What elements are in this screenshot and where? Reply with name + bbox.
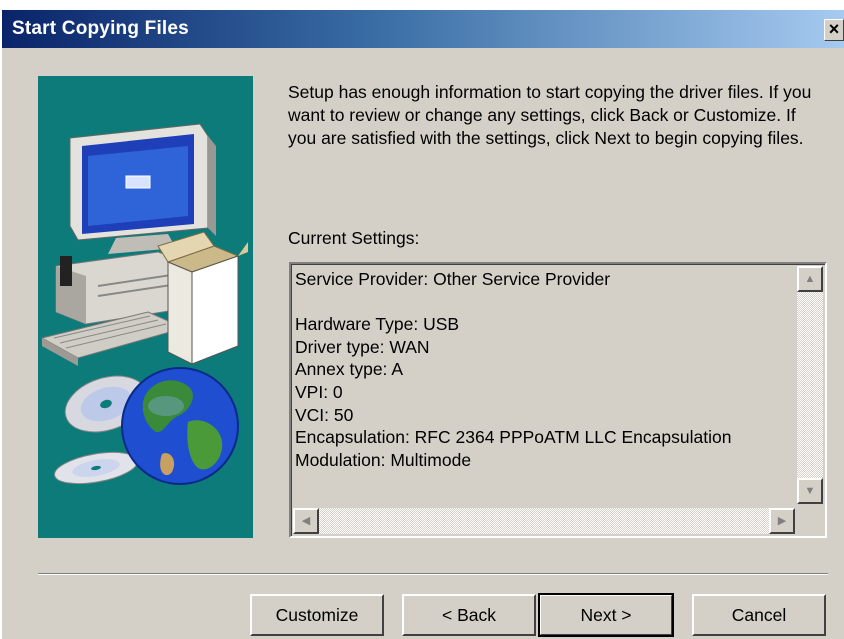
customize-button[interactable]: Customize bbox=[250, 594, 384, 636]
settings-line-hardware-type: Hardware Type: USB bbox=[295, 314, 460, 335]
settings-line-modulation: Modulation: Multimode bbox=[295, 449, 472, 470]
arrow-left-icon[interactable]: ◀ bbox=[293, 508, 319, 534]
settings-line-blank bbox=[295, 291, 790, 314]
vertical-scrollbar[interactable]: ▲ ▼ bbox=[797, 266, 823, 504]
scrollbar-corner bbox=[797, 508, 823, 534]
current-settings-label: Current Settings: bbox=[288, 228, 420, 248]
arrow-up-icon[interactable]: ▲ bbox=[797, 266, 823, 292]
window-title: Start Copying Files bbox=[12, 18, 189, 39]
settings-text: Service Provider: Other Service Provider… bbox=[295, 268, 790, 471]
horizontal-scrollbar[interactable]: ◀ ▶ bbox=[293, 508, 795, 534]
settings-line-driver-type: Driver type: WAN bbox=[295, 336, 430, 357]
settings-line-vpi: VPI: 0 bbox=[295, 381, 343, 402]
back-button[interactable]: < Back bbox=[402, 594, 536, 636]
arrow-down-icon[interactable]: ▼ bbox=[797, 478, 823, 504]
settings-line-encapsulation: Encapsulation: RFC 2364 PPPoATM LLC Enca… bbox=[295, 427, 732, 448]
arrow-right-icon[interactable]: ▶ bbox=[769, 508, 795, 534]
divider bbox=[38, 573, 828, 575]
wizard-illustration bbox=[38, 76, 253, 538]
computer-box-globe-cd-illustration bbox=[40, 123, 248, 485]
settings-line-annex-type: Annex type: A bbox=[295, 359, 403, 380]
title-bar[interactable]: Start Copying Files × bbox=[2, 10, 844, 48]
settings-line-service-provider: Service Provider: Other Service Provider bbox=[295, 269, 611, 289]
dialog-window: Start Copying Files × Setup has enough i… bbox=[2, 10, 844, 639]
intro-text: Setup has enough information to start co… bbox=[288, 82, 812, 148]
close-button[interactable]: × bbox=[824, 19, 844, 41]
cancel-button[interactable]: Cancel bbox=[692, 594, 826, 636]
next-button[interactable]: Next > bbox=[538, 593, 674, 637]
settings-line-vci: VCI: 50 bbox=[295, 404, 354, 425]
current-settings-box[interactable]: Service Provider: Other Service Provider… bbox=[289, 262, 827, 538]
